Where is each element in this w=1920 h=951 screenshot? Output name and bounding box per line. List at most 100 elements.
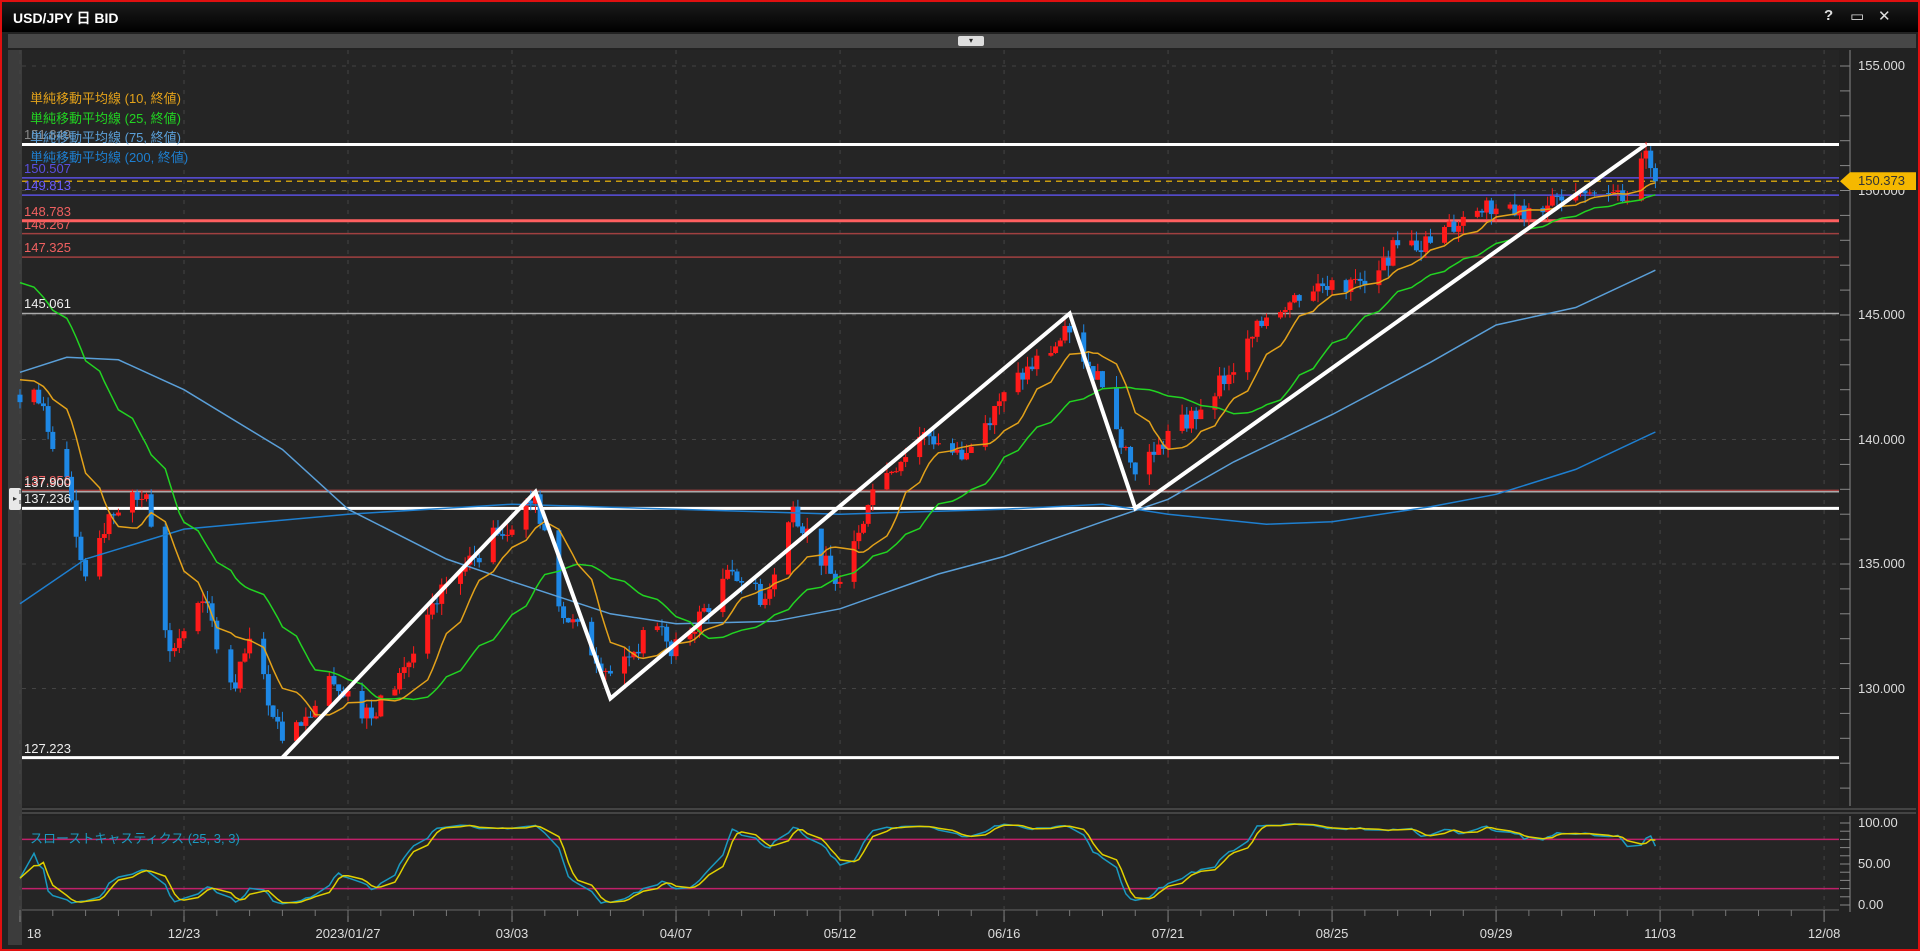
candle-body (101, 534, 107, 538)
candle-body (1263, 317, 1269, 326)
candle-body (392, 689, 398, 696)
candle-body (1024, 366, 1030, 380)
stochastic-axis-label: 0.00 (1858, 897, 1884, 912)
candle-body (1385, 257, 1391, 266)
candle-body (828, 555, 834, 574)
date-axis-label: 03/03 (495, 926, 529, 941)
candle-body (176, 638, 182, 648)
candle-body (40, 403, 46, 407)
stochastic-label: スローストキャスティクス (25, 3, 3) (30, 831, 240, 846)
date-axis-label: 09/29 (1479, 926, 1513, 941)
candle-body (992, 406, 998, 426)
candle-body (996, 401, 1002, 407)
price-axis-label: 155.000 (1858, 58, 1905, 73)
candle-body (734, 571, 740, 582)
candle-body (434, 603, 440, 605)
candle-body (1320, 283, 1326, 287)
candle-body (1357, 278, 1363, 281)
date-axis-label: 2023/01/27 (315, 926, 381, 941)
stochastic-plot-area (22, 816, 1839, 910)
candle-body (1015, 372, 1021, 393)
candle-body (1034, 355, 1040, 370)
candle-body (1521, 205, 1527, 220)
candle-body (1427, 236, 1433, 243)
candle-body (298, 722, 304, 726)
candle-body (1029, 366, 1035, 370)
candle-body (1188, 410, 1194, 429)
candle-body (270, 705, 276, 717)
candle-body (233, 682, 239, 689)
candle-body (237, 661, 243, 689)
candle-body (1648, 150, 1654, 169)
candle-body (1249, 336, 1255, 339)
date-axis-label: 12/23 (167, 926, 201, 941)
candle-body (1484, 200, 1490, 213)
candle-body (429, 603, 435, 615)
candle-body (561, 606, 567, 619)
candle-body (1179, 414, 1185, 431)
date-axis-label: 05/12 (823, 926, 857, 941)
candle-body (964, 452, 970, 460)
candle-body (1395, 240, 1401, 246)
candle-body (303, 716, 309, 726)
level-label: 127.223 (24, 740, 71, 756)
price-chart[interactable] (0, 0, 1920, 951)
candle-body (725, 569, 731, 579)
candle-body (865, 505, 871, 524)
candle-body (1423, 236, 1429, 253)
candle-body (626, 656, 632, 658)
price-axis-label: 140.000 (1858, 431, 1905, 447)
candle-body (1343, 280, 1349, 292)
level-label: 147.325 (24, 240, 71, 256)
candle-body (200, 601, 206, 604)
candle-body (106, 514, 112, 535)
candle-body (1620, 190, 1626, 202)
candle-body (621, 656, 627, 674)
candle-body (134, 492, 140, 500)
candle-body (1118, 429, 1124, 448)
candle-body (406, 662, 412, 668)
candle-body (148, 494, 154, 527)
candle-body (790, 506, 796, 523)
candle-body (364, 707, 370, 719)
stochastic-axis-label: 100.00 (1858, 815, 1898, 830)
candle-body (893, 471, 899, 473)
candle-body (293, 722, 299, 741)
candle-body (373, 716, 379, 719)
candle-body (411, 653, 417, 663)
candle-body (1259, 320, 1265, 326)
candle-body (1282, 310, 1288, 313)
candle-body (1165, 430, 1171, 449)
candle-body (800, 526, 806, 534)
candle-body (1353, 278, 1358, 280)
candle-body (336, 684, 342, 692)
candle-body (903, 457, 909, 462)
legend-item: 単純移動平均線 (10, 終値) (30, 91, 181, 106)
level-label: 137.900 (24, 474, 71, 490)
candle-body (331, 676, 337, 685)
candle-body (1559, 196, 1565, 201)
candle-body (1048, 352, 1054, 356)
candle-body (1413, 240, 1419, 251)
candle-body (739, 581, 745, 583)
price-axis-label: 145.000 (1858, 307, 1905, 322)
candle-body (823, 555, 829, 566)
candle-body (509, 529, 515, 535)
candle-body (476, 558, 482, 563)
candle-body (242, 653, 248, 662)
candle-body (603, 670, 609, 672)
candle-body (326, 676, 332, 706)
candle-body (1591, 192, 1597, 194)
candle-body (706, 608, 712, 613)
candle-body (837, 581, 843, 584)
candle-body (1226, 374, 1232, 385)
candle-body (1198, 409, 1204, 420)
candle-body (36, 389, 42, 404)
candle-body (701, 608, 707, 612)
candle-body (968, 446, 974, 453)
candle-body (265, 674, 271, 706)
candle-body (1114, 387, 1120, 430)
candle-body (1610, 191, 1616, 194)
candle-body (1053, 346, 1059, 353)
candle-body (83, 560, 89, 577)
